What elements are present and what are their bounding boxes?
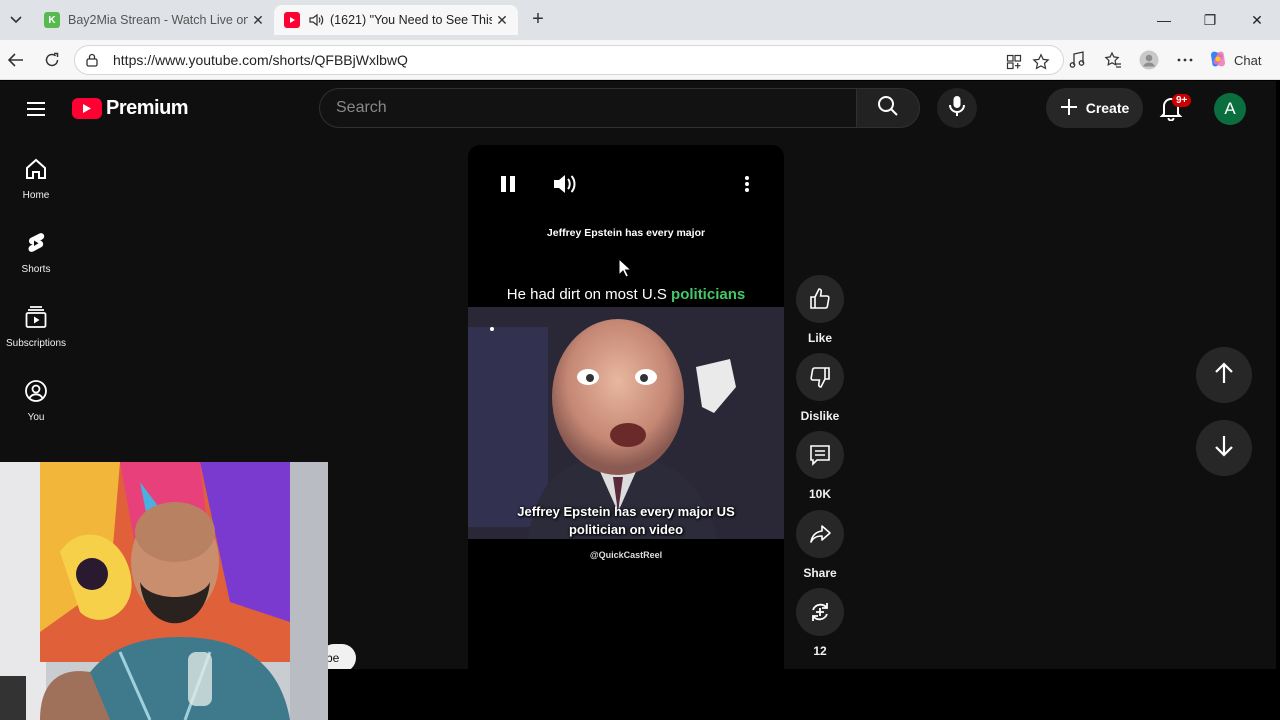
tab-audio-icon[interactable] — [308, 13, 324, 27]
more-options-icon[interactable] — [1175, 50, 1195, 70]
previous-short-button[interactable] — [1196, 347, 1252, 403]
video-caption-top: Jeffrey Epstein has every major — [546, 227, 706, 239]
back-arrow-icon[interactable] — [4, 48, 28, 72]
refresh-icon[interactable] — [40, 48, 64, 72]
search-button[interactable] — [856, 88, 920, 128]
browser-toolbar: https://www.youtube.com/shorts/QFBBjWxlb… — [0, 40, 1280, 80]
new-tab-plus-icon[interactable]: + — [526, 8, 550, 32]
streamer-webcam-image — [0, 462, 328, 720]
more-vertical-icon[interactable] — [744, 175, 750, 198]
sidebar-item-subscriptions[interactable]: Subscriptions — [0, 305, 72, 349]
notification-count-badge: 9+ — [1172, 94, 1192, 107]
arrow-up-icon — [1214, 361, 1234, 389]
like-button[interactable]: Like — [796, 275, 844, 345]
share-button[interactable]: Share — [796, 510, 844, 580]
user-circle-icon — [24, 379, 48, 406]
copilot-icon — [1208, 49, 1228, 72]
sidebar-item-you[interactable]: You — [0, 379, 72, 423]
tab-title: Bay2Mia Stream - Watch Live on K — [68, 13, 248, 27]
kick-favicon-icon: K — [44, 12, 60, 28]
favorite-star-icon[interactable] — [1032, 53, 1050, 71]
site-info-icon[interactable] — [85, 53, 101, 67]
share-arrow-icon — [796, 510, 844, 558]
video-frame-image: Jeffrey Epstein has every major US polit… — [468, 307, 784, 539]
browser-tab-bar: K Bay2Mia Stream - Watch Live on K ✕ (16… — [0, 0, 1280, 40]
sidebar-item-label: Subscriptions — [5, 338, 67, 349]
tab-bay2mia[interactable]: K Bay2Mia Stream - Watch Live on K ✕ — [34, 5, 274, 35]
create-button[interactable]: Create — [1046, 88, 1143, 128]
voice-search-button[interactable] — [937, 88, 977, 128]
chat-label: Chat — [1234, 52, 1262, 68]
account-avatar[interactable]: A — [1214, 93, 1246, 125]
app-available-icon[interactable] — [1005, 53, 1023, 71]
headline-highlight: politicians — [671, 286, 746, 303]
video-subtitle: Jeffrey Epstein has every major US polit… — [468, 503, 784, 539]
remix-count: 12 — [813, 644, 827, 658]
media-control-icon[interactable] — [1067, 50, 1087, 70]
youtube-premium-logo[interactable]: Premium — [72, 97, 189, 120]
arrow-down-icon — [1214, 435, 1234, 462]
brand-text: Premium — [106, 97, 189, 119]
tab-title: (1621) "You Need to See This — [330, 13, 492, 27]
tab-list-chevron-icon[interactable] — [4, 8, 28, 32]
search-icon — [876, 94, 900, 123]
remix-button[interactable]: 12 — [796, 588, 844, 658]
thumbs-down-icon — [796, 353, 844, 401]
favorites-icon[interactable] — [1103, 50, 1123, 70]
mouse-cursor-icon — [618, 257, 633, 283]
minimize-icon[interactable]: — — [1141, 6, 1187, 34]
dislike-button[interactable]: Dislike — [796, 353, 844, 423]
player-controls — [468, 145, 784, 225]
window-close-icon[interactable]: ✕ — [1234, 6, 1280, 34]
comment-count: 10K — [808, 487, 831, 501]
remix-icon — [796, 588, 844, 636]
subtitle-line: politician on video — [568, 522, 684, 537]
sidebar-item-label: You — [27, 412, 45, 423]
tab-close-icon[interactable]: ✕ — [248, 12, 268, 29]
shorts-video-player[interactable]: Jeffrey Epstein has every major He had d… — [468, 145, 784, 669]
microphone-icon — [947, 95, 967, 122]
subtitle-line: Jeffrey Epstein has every major US — [517, 504, 735, 519]
sidebar-item-label: Shorts — [21, 264, 51, 275]
home-icon — [24, 157, 48, 184]
sidebar-item-label: Home — [22, 190, 50, 201]
copilot-chat-button[interactable]: Chat — [1208, 48, 1261, 72]
address-bar[interactable]: https://www.youtube.com/shorts/QFBBjWxlb… — [74, 45, 1064, 75]
pause-icon[interactable] — [500, 175, 516, 198]
sidebar-item-shorts[interactable]: Shorts — [0, 231, 72, 275]
youtube-favicon-icon — [284, 12, 300, 28]
tab-youtube-short[interactable]: (1621) "You Need to See This ✕ — [274, 5, 518, 35]
comment-icon — [796, 431, 844, 479]
volume-icon[interactable] — [552, 173, 578, 200]
share-label: Share — [803, 566, 837, 580]
channel-watermark: @QuickCastReel — [589, 550, 663, 560]
tab-close-icon[interactable]: ✕ — [492, 12, 512, 29]
restore-icon[interactable]: ❐ — [1187, 6, 1233, 34]
like-label: Like — [807, 331, 832, 345]
next-short-button[interactable] — [1196, 420, 1252, 476]
search-input[interactable]: Search — [319, 88, 857, 128]
thumbs-up-icon — [796, 275, 844, 323]
youtube-logo-icon — [72, 98, 102, 119]
sidebar-item-home[interactable]: Home — [0, 157, 72, 201]
headline-text: He had dirt on most U.S — [506, 286, 672, 303]
subscriptions-icon — [24, 305, 48, 332]
create-label: Create — [1085, 100, 1130, 116]
url-text: https://www.youtube.com/shorts/QFBBjWxlb… — [113, 52, 408, 68]
video-headline: He had dirt on most U.S politicians — [468, 286, 784, 303]
plus-icon — [1060, 98, 1078, 119]
hamburger-menu-icon[interactable] — [24, 97, 48, 121]
profile-avatar-icon[interactable] — [1139, 50, 1159, 70]
comments-button[interactable]: 10K — [796, 431, 844, 501]
letterbox-bar — [328, 676, 1280, 720]
dislike-label: Dislike — [800, 409, 840, 423]
shorts-icon — [24, 231, 48, 258]
